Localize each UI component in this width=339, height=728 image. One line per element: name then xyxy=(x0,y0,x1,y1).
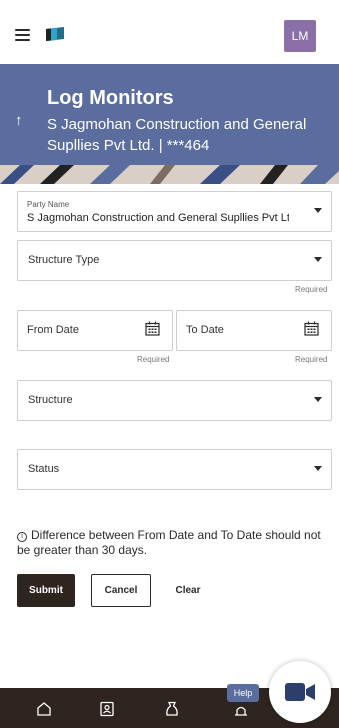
top-app-bar: LM xyxy=(0,0,339,64)
submit-button[interactable]: Submit xyxy=(17,574,75,607)
calendar-icon[interactable] xyxy=(145,321,160,336)
video-call-icon xyxy=(285,683,315,701)
offers-icon[interactable] xyxy=(164,701,180,717)
date-range-note-text: Difference between From Date and To Date… xyxy=(17,528,321,557)
page-title: Log Monitors xyxy=(47,87,174,109)
info-icon: i xyxy=(17,532,27,542)
calendar-icon[interactable] xyxy=(304,321,319,336)
clear-button[interactable]: Clear xyxy=(165,574,211,607)
from-date-field[interactable]: From Date xyxy=(17,310,173,351)
structure-select[interactable]: Structure xyxy=(17,380,332,421)
date-range-note: i Difference between From Date and To Dat… xyxy=(17,528,327,558)
status-select[interactable]: Status xyxy=(17,449,332,490)
contacts-icon[interactable] xyxy=(99,701,115,717)
avatar[interactable]: LM xyxy=(284,20,316,52)
status-label: Status xyxy=(28,463,60,475)
help-label[interactable]: Help xyxy=(227,684,259,702)
chevron-down-icon xyxy=(314,208,322,213)
chevron-down-icon xyxy=(314,466,322,471)
to-date-field[interactable]: To Date xyxy=(176,310,332,351)
menu-icon[interactable] xyxy=(15,29,30,41)
structure-type-select[interactable]: Structure Type xyxy=(17,240,332,281)
from-date-label: From Date xyxy=(27,324,79,336)
account-subtitle: S Jagmohan Construction and General Supl… xyxy=(47,116,307,154)
party-name-label: Party Name xyxy=(27,200,70,209)
home-icon[interactable] xyxy=(36,701,52,717)
bank-logo-icon xyxy=(46,27,64,41)
chevron-down-icon xyxy=(314,397,322,402)
header-decorative-pattern xyxy=(0,165,339,184)
structure-type-label: Structure Type xyxy=(28,254,100,266)
video-call-button[interactable] xyxy=(269,661,331,723)
structure-label: Structure xyxy=(28,394,73,406)
structure-type-required: Required xyxy=(295,285,328,294)
chevron-down-icon xyxy=(314,257,322,262)
to-date-label: To Date xyxy=(186,324,224,336)
from-date-required: Required xyxy=(137,355,170,364)
help-icon[interactable] xyxy=(233,701,249,717)
back-arrow-icon[interactable]: ↑ xyxy=(15,112,23,129)
cancel-button[interactable]: Cancel xyxy=(91,574,151,607)
to-date-required: Required xyxy=(295,355,328,364)
party-name-value: S Jagmohan Construction and General Supl… xyxy=(27,212,289,224)
party-name-select[interactable]: Party Name S Jagmohan Construction and G… xyxy=(17,191,332,232)
page-header: ↑ Log Monitors S Jagmohan Construction a… xyxy=(0,64,339,184)
